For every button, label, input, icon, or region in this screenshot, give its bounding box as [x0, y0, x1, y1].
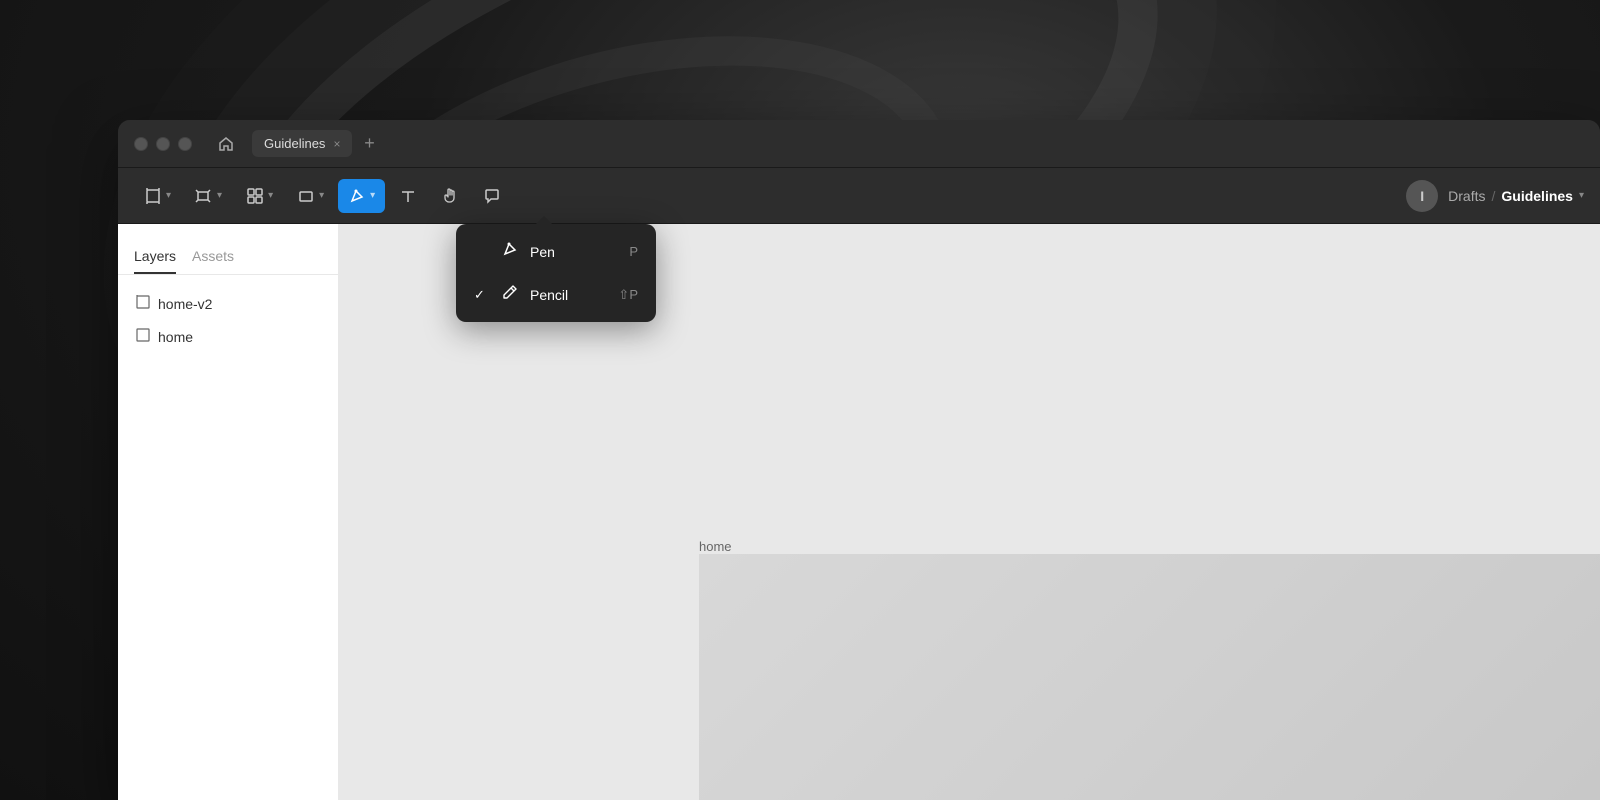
- breadcrumb-drafts[interactable]: Drafts: [1448, 188, 1485, 204]
- pen-tool-icon: [348, 187, 366, 205]
- breadcrumb-separator: /: [1492, 188, 1496, 204]
- canvas-frame[interactable]: [699, 554, 1600, 800]
- pen-item-icon: [500, 240, 520, 263]
- pen-tool-chevron: ▾: [370, 190, 375, 201]
- user-avatar[interactable]: I: [1406, 180, 1438, 212]
- text-tool-icon: [399, 187, 417, 205]
- hand-tool-icon: [441, 187, 459, 205]
- frame-tool-icon: [144, 187, 162, 205]
- text-tool-button[interactable]: [389, 179, 427, 213]
- tab-area: Guidelines × +: [252, 130, 1584, 157]
- edit-tool-button[interactable]: ▾: [185, 179, 232, 213]
- layer-item-home[interactable]: home: [126, 320, 330, 353]
- pencil-item-label: Pencil: [530, 287, 568, 303]
- layer-frame-icon-2: [136, 328, 150, 345]
- tab-layers[interactable]: Layers: [134, 240, 176, 274]
- breadcrumb-current[interactable]: Guidelines: [1501, 188, 1573, 204]
- pencil-item-shortcut: ⇧P: [618, 287, 638, 303]
- tab-close-icon[interactable]: ×: [333, 137, 340, 151]
- tab-assets[interactable]: Assets: [192, 240, 234, 274]
- pencil-item-icon: [500, 283, 520, 306]
- pen-tool-button[interactable]: ▾: [338, 179, 385, 213]
- pen-item-shortcut: P: [629, 244, 638, 259]
- sidebar-layers-content: home-v2 home: [118, 275, 338, 800]
- dropdown-item-pencil[interactable]: ✓ Pencil ⇧P: [462, 273, 650, 316]
- pen-tool-dropdown: Pen P ✓ Pencil ⇧P: [456, 224, 656, 322]
- sidebar-tabs: Layers Assets: [118, 224, 338, 275]
- sidebar: Layers Assets home-v2: [118, 224, 338, 800]
- layer-name-home-v2: home-v2: [158, 296, 212, 312]
- grid-tool-button[interactable]: ▾: [236, 179, 283, 213]
- guidelines-tab[interactable]: Guidelines ×: [252, 130, 352, 157]
- breadcrumb-chevron-icon[interactable]: ▾: [1579, 190, 1584, 201]
- shape-tool-chevron: ▾: [319, 190, 324, 201]
- close-button[interactable]: [134, 137, 148, 151]
- title-bar: Guidelines × +: [118, 120, 1600, 168]
- edit-tool-icon: [195, 187, 213, 205]
- maximize-button[interactable]: [178, 137, 192, 151]
- layer-name-home: home: [158, 329, 193, 345]
- dropdown-item-pen[interactable]: Pen P: [462, 230, 650, 273]
- grid-tool-icon: [246, 187, 264, 205]
- tab-label: Guidelines: [264, 136, 325, 151]
- shape-tool-icon: [297, 187, 315, 205]
- pencil-check-icon: ✓: [474, 287, 490, 303]
- frame-tool-chevron: ▾: [166, 190, 171, 201]
- grid-tool-chevron: ▾: [268, 190, 273, 201]
- shape-tool-button[interactable]: ▾: [287, 179, 334, 213]
- comment-tool-icon: [483, 187, 501, 205]
- minimize-button[interactable]: [156, 137, 170, 151]
- app-window: Guidelines × + ▾: [118, 120, 1600, 800]
- frame-tool-button[interactable]: ▾: [134, 179, 181, 213]
- main-content: Layers Assets home-v2: [118, 224, 1600, 800]
- pen-item-label: Pen: [530, 244, 555, 260]
- canvas-frame-label: home: [699, 539, 732, 554]
- comment-tool-button[interactable]: [473, 179, 511, 213]
- toolbar-right: I Drafts / Guidelines ▾: [1406, 180, 1584, 212]
- edit-tool-chevron: ▾: [217, 190, 222, 201]
- hand-tool-button[interactable]: [431, 179, 469, 213]
- layer-item-home-v2[interactable]: home-v2: [126, 287, 330, 320]
- home-button[interactable]: [212, 130, 240, 158]
- layer-frame-icon: [136, 295, 150, 312]
- toolbar: ▾ ▾: [118, 168, 1600, 224]
- traffic-lights: [134, 137, 192, 151]
- breadcrumb: Drafts / Guidelines ▾: [1448, 188, 1584, 204]
- new-tab-button[interactable]: +: [356, 131, 382, 157]
